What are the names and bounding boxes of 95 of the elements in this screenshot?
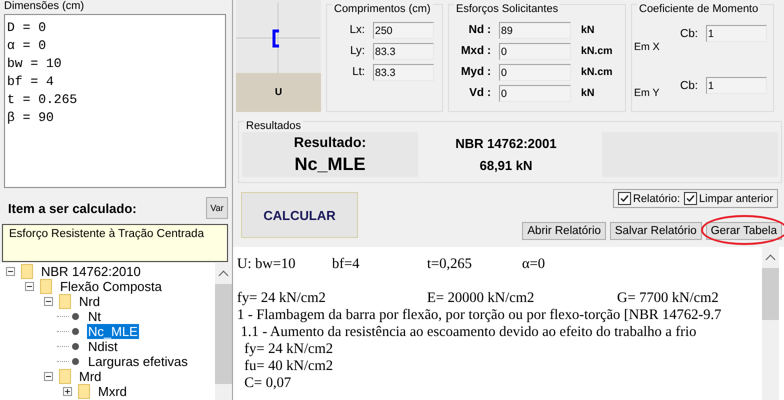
- axis-label: Em Y: [634, 87, 660, 101]
- scrollbar[interactable]: [762, 247, 779, 400]
- folder-icon: [59, 294, 71, 309]
- result-heading: Resultado:: [294, 134, 366, 150]
- input-field[interactable]: 0: [499, 42, 571, 60]
- field-label: Lx:: [348, 24, 366, 36]
- var-button[interactable]: Var: [206, 197, 228, 219]
- unit-label: kN.cm: [580, 66, 613, 78]
- bullet-icon: [72, 328, 79, 335]
- collapse-icon[interactable]: [44, 297, 53, 306]
- report-text: bf=4: [332, 256, 361, 273]
- report-text: fy= 24 kN/cm2: [237, 290, 327, 307]
- field-label: Cb:: [679, 28, 699, 40]
- tree-item[interactable]: Mrd: [78, 369, 102, 384]
- report-button[interactable]: Abrir Relatório: [522, 222, 606, 240]
- scrollbar-thumb[interactable]: [215, 284, 232, 384]
- field-label: Lt:: [351, 66, 366, 78]
- tree-item[interactable]: Mxrd: [97, 384, 128, 399]
- dimension-line: bf = 4: [7, 73, 55, 91]
- field-label: Cb:: [679, 80, 699, 92]
- input-field[interactable]: 83.3: [373, 42, 434, 60]
- axis-label: Em X: [634, 40, 660, 55]
- report-button[interactable]: Gerar Tabela: [706, 222, 782, 240]
- tree-item[interactable]: NBR 14762:2010: [40, 264, 142, 279]
- tree-item[interactable]: Nt: [87, 309, 102, 324]
- checkbox[interactable]: Relatório:: [618, 191, 680, 206]
- expand-icon[interactable]: [63, 387, 72, 396]
- tree-view[interactable]: NBR 14762:2010 Flexão Composta Nrd Nt Nc_MLE Ndist Larguras efetivas Mrd Mxrd: [0, 263, 232, 400]
- report-text: fu= 40 kN/cm2: [243, 358, 334, 375]
- dimension-line: bw = 10: [7, 55, 63, 73]
- tree-item[interactable]: Nrd: [78, 294, 101, 309]
- field-label: Nd :: [468, 24, 492, 36]
- input-field[interactable]: 1: [706, 25, 767, 42]
- folder-icon: [40, 279, 52, 294]
- checkbox-label: Relatório:: [632, 192, 680, 204]
- report-text: t=0,265: [427, 256, 473, 273]
- field-label: Ly:: [349, 45, 366, 57]
- channel-section-icon: [272, 30, 279, 48]
- report-text: α=0: [522, 256, 546, 273]
- bullet-icon: [72, 343, 79, 350]
- input-field[interactable]: 1: [706, 77, 767, 94]
- report-text: fy= 24 kN/cm2: [243, 341, 334, 358]
- collapse-icon[interactable]: [44, 372, 53, 381]
- tree-item[interactable]: Ndist: [87, 339, 119, 354]
- collapse-icon[interactable]: [6, 267, 15, 276]
- checkbox-icon[interactable]: [618, 192, 631, 205]
- report-text: G= 7700 kN/cm2: [617, 290, 720, 307]
- report-text: 1 - Flambagem da barra por flexão, por torção ou por flexo-torção [NBR 14762-9.7: [237, 307, 722, 324]
- tree-item[interactable]: Larguras efetivas: [87, 354, 189, 369]
- group-title: Coeficiente de Momento: [637, 3, 760, 15]
- dimensions-text-area[interactable]: D = 0 α = 0 bw = 10 bf = 4 t = 0.265 β = 90: [4, 14, 226, 188]
- dimension-line: α = 0: [7, 37, 48, 55]
- scrollbar[interactable]: [215, 263, 232, 400]
- description-box: Esforço Resistente à Tração Centrada: [2, 224, 228, 262]
- scrollbar-thumb[interactable]: [762, 268, 779, 320]
- group-title: Dimensões (cm): [4, 0, 86, 14]
- calculate-button[interactable]: CALCULAR: [241, 192, 358, 238]
- input-field[interactable]: 0: [499, 64, 571, 80]
- folder-icon: [21, 264, 33, 279]
- bullet-icon: [72, 313, 79, 320]
- field-label: Myd :: [460, 66, 492, 78]
- standard-label: NBR 14762:2001: [455, 136, 557, 151]
- unit-label: kN.cm: [580, 45, 613, 57]
- field-label: Vd :: [468, 87, 492, 99]
- checkbox-icon[interactable]: [684, 192, 698, 205]
- input-field[interactable]: 250: [373, 22, 434, 38]
- dimension-line: t = 0.265: [7, 91, 78, 109]
- report-text: C= 0,07: [243, 375, 292, 392]
- field-label: Mxd :: [460, 45, 492, 57]
- dimension-line: D = 0: [7, 19, 48, 37]
- checkbox[interactable]: Limpar anterior: [684, 191, 773, 206]
- group-title: Esforços Solicitantes: [454, 3, 560, 15]
- result-item: Nc_MLE: [294, 154, 366, 175]
- bullet-icon: [72, 358, 79, 365]
- checkbox-label: Limpar anterior: [699, 192, 773, 204]
- input-field[interactable]: 83.3: [373, 64, 434, 80]
- folder-icon: [59, 369, 71, 384]
- input-field[interactable]: 89: [499, 22, 571, 38]
- section-heading: Item a ser calculado:: [8, 200, 137, 216]
- unit-label: kN: [580, 24, 594, 36]
- unit-label: kN: [580, 87, 594, 99]
- collapse-icon[interactable]: [25, 282, 34, 291]
- folder-icon: [78, 384, 90, 399]
- report-text: 1.1 - Aumento da resistência ao escoamento devido ao efeito do trabalho a frio: [240, 324, 698, 341]
- report-text: U: bw=10: [237, 256, 297, 273]
- group-title: Resultados: [244, 120, 304, 132]
- group-title: Comprimentos (cm): [332, 3, 433, 15]
- dimension-line: β = 90: [7, 109, 55, 127]
- result-value: 68,91 kN: [480, 158, 532, 174]
- tree-item[interactable]: Flexão Composta: [59, 279, 163, 294]
- report-button[interactable]: Salvar Relatório: [610, 222, 702, 240]
- report-text: E= 20000 kN/cm2: [427, 290, 536, 307]
- input-field[interactable]: 0: [499, 84, 571, 102]
- shape-label: U: [236, 73, 321, 112]
- tree-item[interactable]: Nc_MLE: [87, 324, 139, 339]
